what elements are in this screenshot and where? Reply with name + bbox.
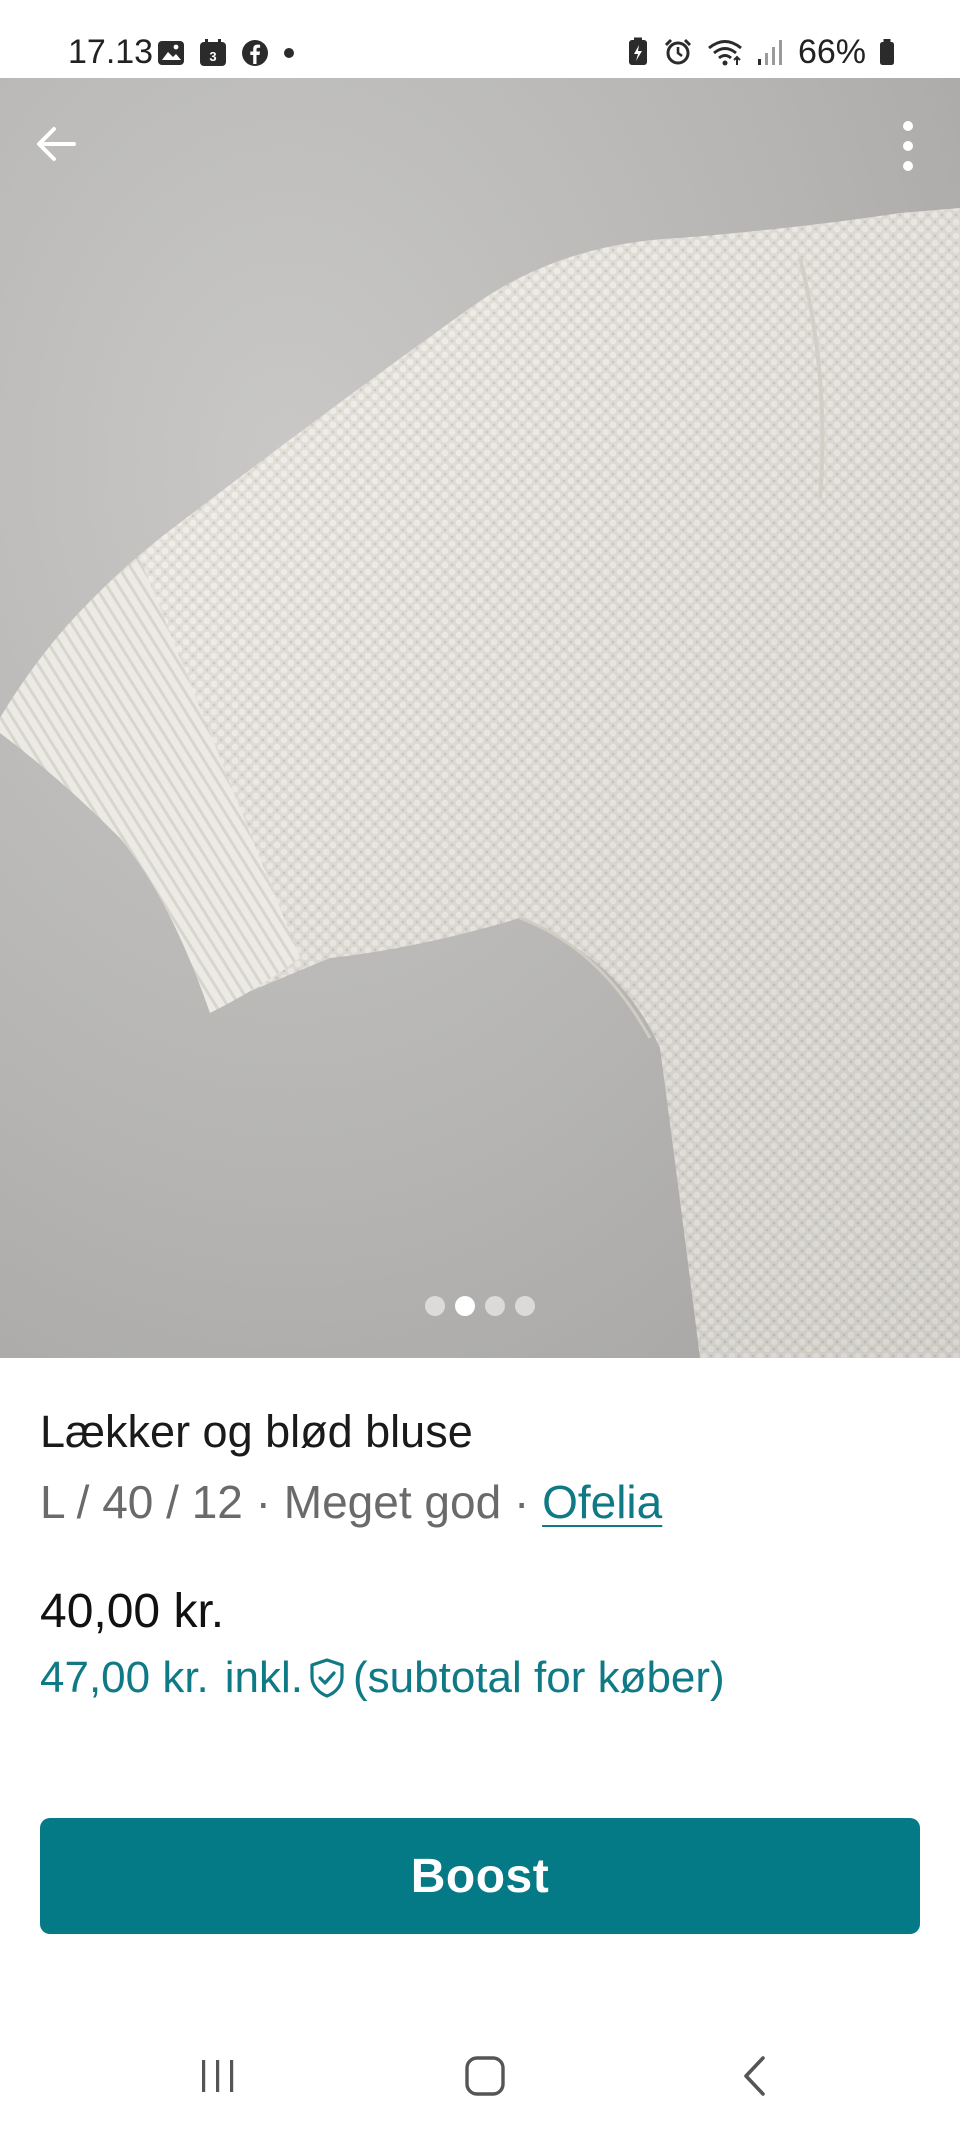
carousel-dot[interactable] <box>485 1296 505 1316</box>
product-photo <box>0 78 960 1358</box>
details-separator: · <box>501 1476 543 1528</box>
svg-text:3: 3 <box>209 49 216 64</box>
signal-icon <box>757 40 782 65</box>
price-incl-label: inkl. <box>224 1653 304 1702</box>
battery-percent: 66% <box>797 33 866 71</box>
calendar-notification-icon: 3 <box>200 39 226 66</box>
carousel-indicator <box>0 1296 960 1316</box>
more-vertical-icon[interactable] <box>882 118 934 174</box>
details-separator: · <box>242 1476 284 1528</box>
price-incl-note: (subtotal for køber) <box>353 1653 725 1702</box>
boost-button[interactable]: Boost <box>40 1818 920 1934</box>
home-button[interactable] <box>445 2044 525 2108</box>
nav-back-button[interactable] <box>715 2044 795 2108</box>
status-notification-icons: 3 <box>156 38 296 68</box>
facebook-notification-icon <box>242 40 268 66</box>
status-time: 17.13 <box>68 33 154 71</box>
recents-icon <box>202 2060 234 2092</box>
alarm-icon <box>664 38 691 65</box>
listing-condition: Meget god <box>283 1476 502 1528</box>
listing-details: L / 40 / 12 · Meget god · Ofelia <box>40 1474 662 1530</box>
price-incl-amount: 47,00 kr. <box>40 1653 209 1702</box>
home-icon <box>465 2056 505 2096</box>
more-notifications-dot-icon <box>284 48 294 58</box>
carousel-dot[interactable] <box>425 1296 445 1316</box>
battery-saver-icon <box>628 37 647 65</box>
listing-size: L / 40 / 12 <box>40 1476 243 1528</box>
system-nav-bar <box>0 2020 960 2133</box>
listing-title: Lækker og blød bluse <box>40 1406 473 1457</box>
status-bar: 17.13 3 66% <box>0 0 960 78</box>
battery-icon <box>880 39 894 65</box>
nav-back-icon <box>744 2056 765 2096</box>
gallery-notification-icon <box>158 41 184 65</box>
buyer-price-info[interactable]: 47,00 kr. inkl. (subtotal for køber) <box>40 1650 725 1706</box>
buyer-protection-shield-icon <box>310 1658 344 1698</box>
back-arrow-icon[interactable] <box>30 118 82 170</box>
carousel-dot[interactable] <box>515 1296 535 1316</box>
carousel-dot[interactable] <box>455 1296 475 1316</box>
recents-button[interactable] <box>178 2044 258 2108</box>
status-right-icons: 66% <box>626 32 896 72</box>
wifi-icon <box>707 40 742 66</box>
brand-link[interactable]: Ofelia <box>542 1476 662 1528</box>
product-photo-carousel[interactable] <box>0 78 960 1358</box>
listing-price: 40,00 kr. <box>40 1585 225 1638</box>
